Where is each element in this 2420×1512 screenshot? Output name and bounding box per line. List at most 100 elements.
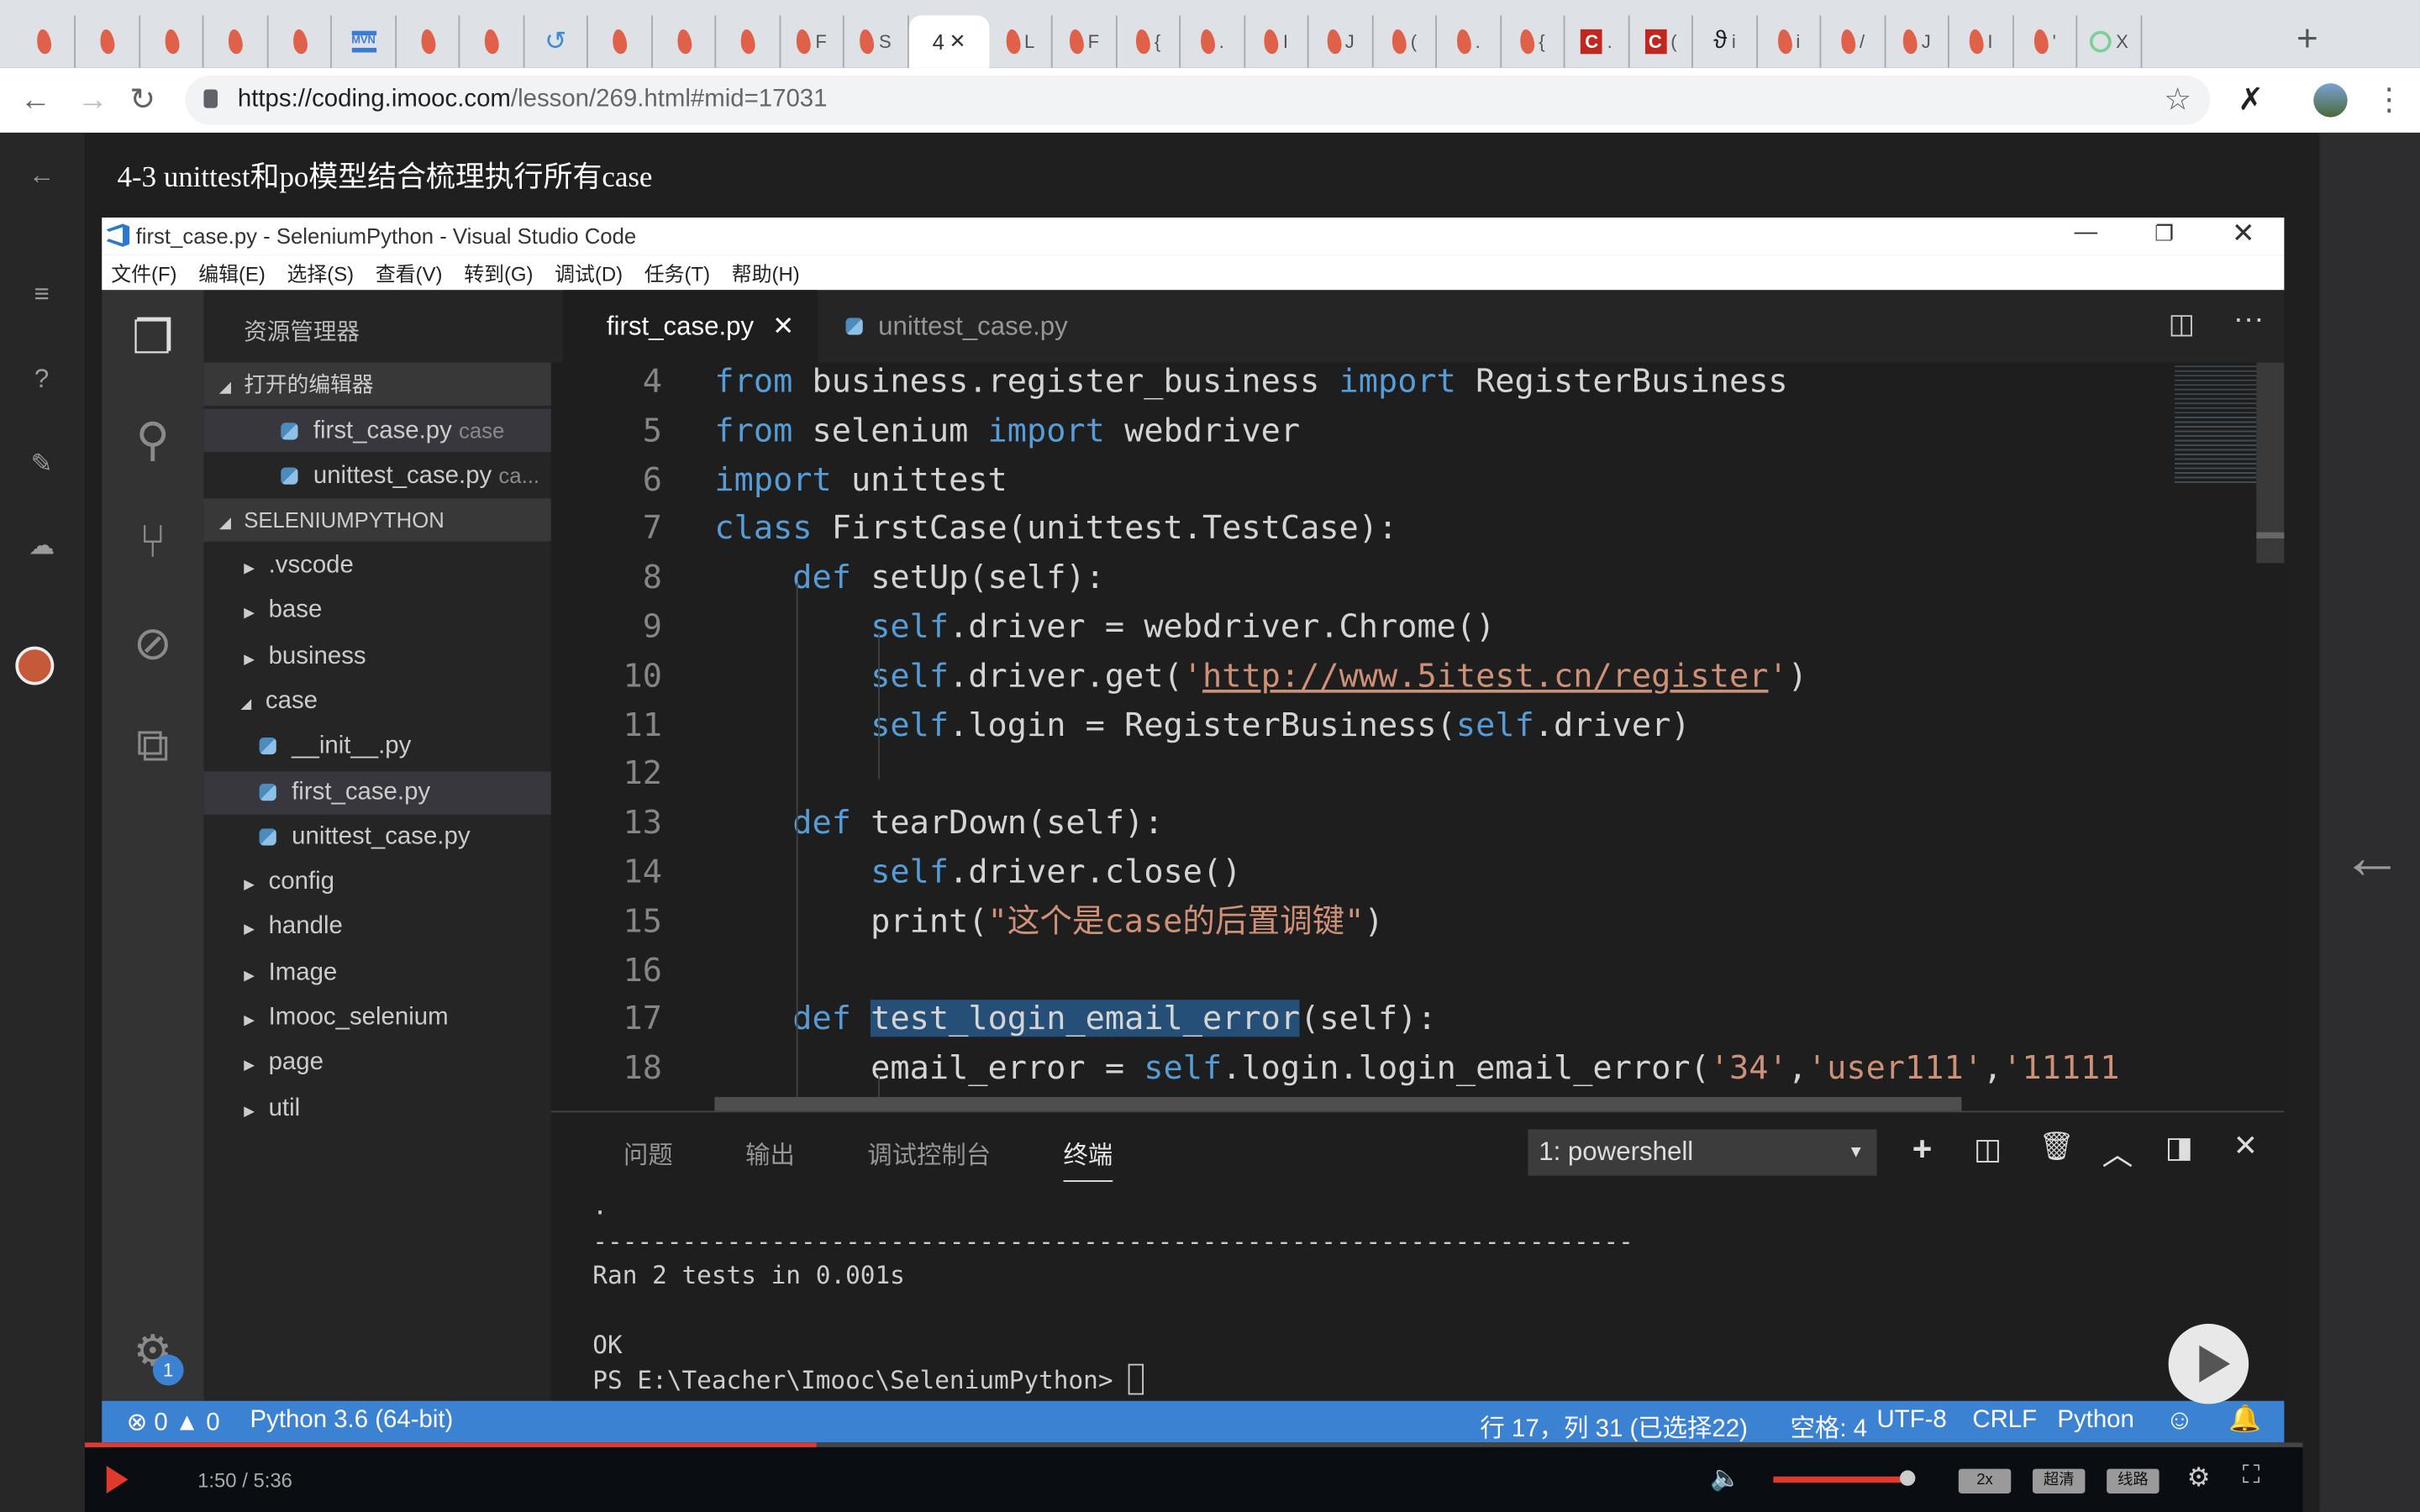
editor-vertical-scrollbar[interactable] <box>2256 362 2285 1111</box>
tree-item[interactable]: ▶ Image <box>203 952 550 995</box>
video-progress-bar[interactable] <box>85 1442 2303 1447</box>
menu-item[interactable]: 查看(V) <box>376 258 443 287</box>
menu-item[interactable]: 文件(F) <box>111 258 176 287</box>
browser-tab[interactable]: ϑi <box>1694 15 1758 68</box>
explorer-files-icon[interactable]: ❐ <box>125 312 181 367</box>
browser-tab[interactable]: J <box>1886 15 1949 68</box>
encoding[interactable]: UTF-8 <box>1876 1407 1946 1435</box>
extension-icon[interactable]: ✗ <box>2238 81 2264 118</box>
split-terminal-icon[interactable]: ◫ <box>1974 1132 2002 1168</box>
browser-tab[interactable]: X <box>2078 15 2142 68</box>
play-overlay-button[interactable] <box>2168 1323 2249 1404</box>
debug-icon[interactable]: ⊘ <box>125 617 181 673</box>
trash-icon[interactable]: 🗑 <box>2039 1131 2074 1163</box>
new-tab-button[interactable]: + <box>2296 18 2318 61</box>
player-settings-gear-icon[interactable]: ⚙ <box>2187 1462 2211 1494</box>
tree-item[interactable]: first_case.py <box>203 770 551 814</box>
extensions-icon[interactable]: ⧉ <box>125 719 181 774</box>
cursor-position[interactable]: 行 17，列 31 (已选择22) <box>1480 1407 1747 1444</box>
back-icon[interactable]: ← <box>20 81 51 118</box>
tree-item[interactable]: ▶ business <box>203 635 550 678</box>
code-editor[interactable]: 4 from business.register_business import … <box>551 363 2175 1111</box>
tab-close-icon[interactable]: ✕ <box>772 311 794 342</box>
menu-item[interactable]: 帮助(H) <box>732 258 800 287</box>
python-interpreter[interactable]: Python 3.6 (64-bit) <box>250 1407 454 1435</box>
cloud-icon[interactable]: ☁ <box>20 531 63 562</box>
play-button[interactable] <box>106 1465 129 1494</box>
browser-tab[interactable]: F <box>781 15 844 68</box>
editor-tab[interactable]: first_case.py ✕ <box>563 290 818 363</box>
back-arrow-icon[interactable]: ← <box>20 160 63 192</box>
browser-tab[interactable]: . <box>1181 15 1245 68</box>
volume-handle[interactable] <box>1900 1470 1916 1486</box>
source-control-icon[interactable]: ⑂ <box>125 515 181 570</box>
browser-tab[interactable]: . <box>1438 15 1502 68</box>
browser-tab[interactable]: MVN <box>333 15 397 68</box>
tree-item[interactable]: ▶ base <box>203 590 550 633</box>
user-avatar[interactable] <box>15 646 55 685</box>
editor-tab[interactable]: unittest_case.py <box>818 290 1095 362</box>
catalog-icon[interactable]: ≡ <box>20 279 63 310</box>
volume-slider[interactable] <box>1773 1476 1910 1483</box>
line-button[interactable]: 线路 <box>2107 1468 2160 1494</box>
open-editor-item[interactable]: unittest_case.py ca... <box>203 454 550 496</box>
minimize-button[interactable]: — <box>2075 219 2098 245</box>
profile-avatar[interactable] <box>2313 83 2348 118</box>
browser-tab[interactable]: I <box>1245 15 1309 68</box>
menu-item[interactable]: 调试(D) <box>555 258 623 287</box>
forward-icon[interactable]: → <box>77 81 108 118</box>
quality-button[interactable]: 超清 <box>2032 1468 2086 1494</box>
url-input[interactable]: https://coding.imooc.com/lesson/269.html… <box>185 75 2211 125</box>
speed-button[interactable]: 2x <box>1958 1468 2012 1494</box>
browser-tab[interactable] <box>140 15 204 68</box>
browser-tab[interactable]: ( <box>1374 15 1437 68</box>
more-actions-icon[interactable]: ··· <box>2233 302 2265 338</box>
browser-tab[interactable]: ↺ <box>524 15 588 68</box>
tree-item[interactable]: ◢ case <box>203 680 550 723</box>
bookmark-star-icon[interactable]: ☆ <box>2164 81 2191 118</box>
search-icon[interactable]: ⚲ <box>125 413 181 469</box>
tree-item[interactable]: ▶ .vscode <box>203 544 550 587</box>
restore-button[interactable]: ❐ <box>2154 221 2174 247</box>
browser-tab[interactable] <box>717 15 781 68</box>
panel-layout-icon[interactable]: ◨ <box>2165 1131 2193 1166</box>
split-editor-icon[interactable]: ◫ <box>2169 308 2195 341</box>
browser-tab[interactable]: I <box>1950 15 2014 68</box>
reload-icon[interactable]: ↻ <box>129 81 155 118</box>
close-panel-icon[interactable]: ✕ <box>2233 1129 2258 1164</box>
browser-tab[interactable] <box>204 15 268 68</box>
browser-tab[interactable]: L <box>989 15 1053 68</box>
panel-tab[interactable]: 终端 <box>1063 1134 1113 1182</box>
terminal-select[interactable]: 1: powershell ▼ <box>1528 1129 1877 1176</box>
tree-item[interactable]: ▶ handle <box>203 906 550 949</box>
tree-item[interactable]: ▶ util <box>203 1087 550 1130</box>
browser-tab[interactable] <box>460 15 524 68</box>
tree-item[interactable]: ▶ Imooc_selenium <box>203 997 550 1040</box>
menu-item[interactable]: 选择(S) <box>287 258 355 287</box>
tab-close-icon[interactable]: ✕ <box>949 29 965 54</box>
minimap[interactable] <box>2174 362 2261 486</box>
tree-item[interactable]: __init__.py <box>203 726 550 769</box>
tree-item[interactable]: ▶ page <box>203 1042 550 1084</box>
browser-tab[interactable]: { <box>1502 15 1565 68</box>
menu-kebab-icon[interactable]: ⋮ <box>2374 81 2405 118</box>
browser-tab[interactable]: J <box>1309 15 1373 68</box>
menu-item[interactable]: 任务(T) <box>644 258 710 287</box>
new-terminal-icon[interactable]: + <box>1912 1129 1933 1169</box>
note-pen-icon[interactable]: ✎ <box>20 449 63 480</box>
tree-item[interactable]: ▶ config <box>203 861 550 904</box>
menu-item[interactable]: 编辑(E) <box>198 258 266 287</box>
expand-arrow-icon[interactable]: ← <box>2341 824 2402 894</box>
fullscreen-icon[interactable]: ⛶ <box>2243 1462 2260 1490</box>
terminal-output[interactable]: . ---------------------------------------… <box>592 1189 1634 1399</box>
browser-tab[interactable]: ' <box>2014 15 2078 68</box>
maximize-panel-icon[interactable]: ︿ <box>2102 1129 2133 1173</box>
language-mode[interactable]: Python <box>2057 1407 2133 1435</box>
browser-tab[interactable] <box>13 15 76 68</box>
menu-item[interactable]: 转到(G) <box>464 258 533 287</box>
browser-tab[interactable]: { <box>1118 15 1181 68</box>
browser-tab[interactable] <box>269 15 332 68</box>
browser-tab[interactable]: / <box>1822 15 1886 68</box>
close-window-button[interactable]: ✕ <box>2232 218 2255 250</box>
open-editors-section[interactable]: ◢ 打开的编辑器 <box>203 362 551 407</box>
